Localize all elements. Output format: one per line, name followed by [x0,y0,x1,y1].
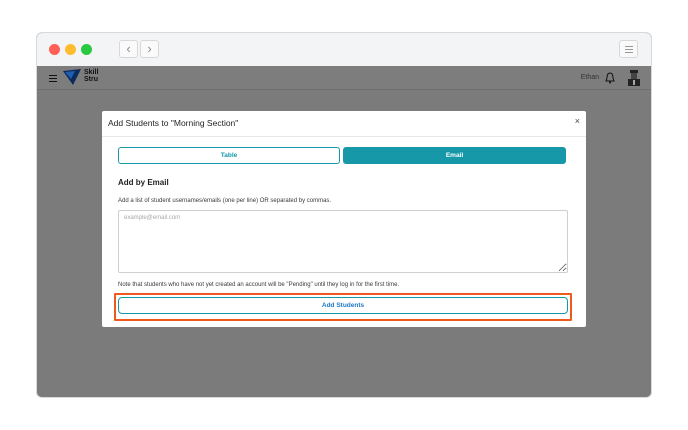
add-students-button[interactable]: Add Students [118,297,568,314]
close-window-button[interactable] [49,44,60,55]
app-background: Skill Stru Ethan Add Students to "Mornin… [37,66,651,397]
chevron-right-icon: › [147,41,152,56]
chevron-left-icon: ‹ [126,41,131,56]
browser-titlebar: ‹ › [37,33,651,66]
instruction-text: Add a list of student usernames/emails (… [118,198,332,204]
browser-window: ‹ › Skill Stru Ethan Add Students to "Mo… [37,33,651,397]
minimize-window-button[interactable] [65,44,76,55]
tab-email[interactable]: Email [343,147,566,164]
logo-text: Skill Stru [84,69,99,83]
browser-menu-button[interactable] [619,40,638,58]
zoom-window-button[interactable] [81,44,92,55]
modal-divider [102,136,586,137]
app-header: Skill Stru Ethan [37,66,651,90]
hamburger-icon[interactable] [49,75,57,83]
bell-icon[interactable] [605,72,615,84]
section-title: Add by Email [118,178,169,187]
pending-note: Note that students who have not yet crea… [118,282,400,288]
emails-textarea[interactable] [118,210,568,273]
back-button[interactable]: ‹ [119,40,138,58]
forward-button[interactable]: › [140,40,159,58]
menu-lines-icon [625,46,633,47]
skill-struck-logo-icon [63,69,81,85]
close-icon[interactable]: × [575,116,580,126]
modal-title: Add Students to "Morning Section" [108,118,239,128]
tab-table[interactable]: Table [118,147,340,164]
add-students-modal: Add Students to "Morning Section" × Tabl… [102,111,586,327]
avatar-icon[interactable] [627,70,641,86]
user-name[interactable]: Ethan [581,74,599,81]
